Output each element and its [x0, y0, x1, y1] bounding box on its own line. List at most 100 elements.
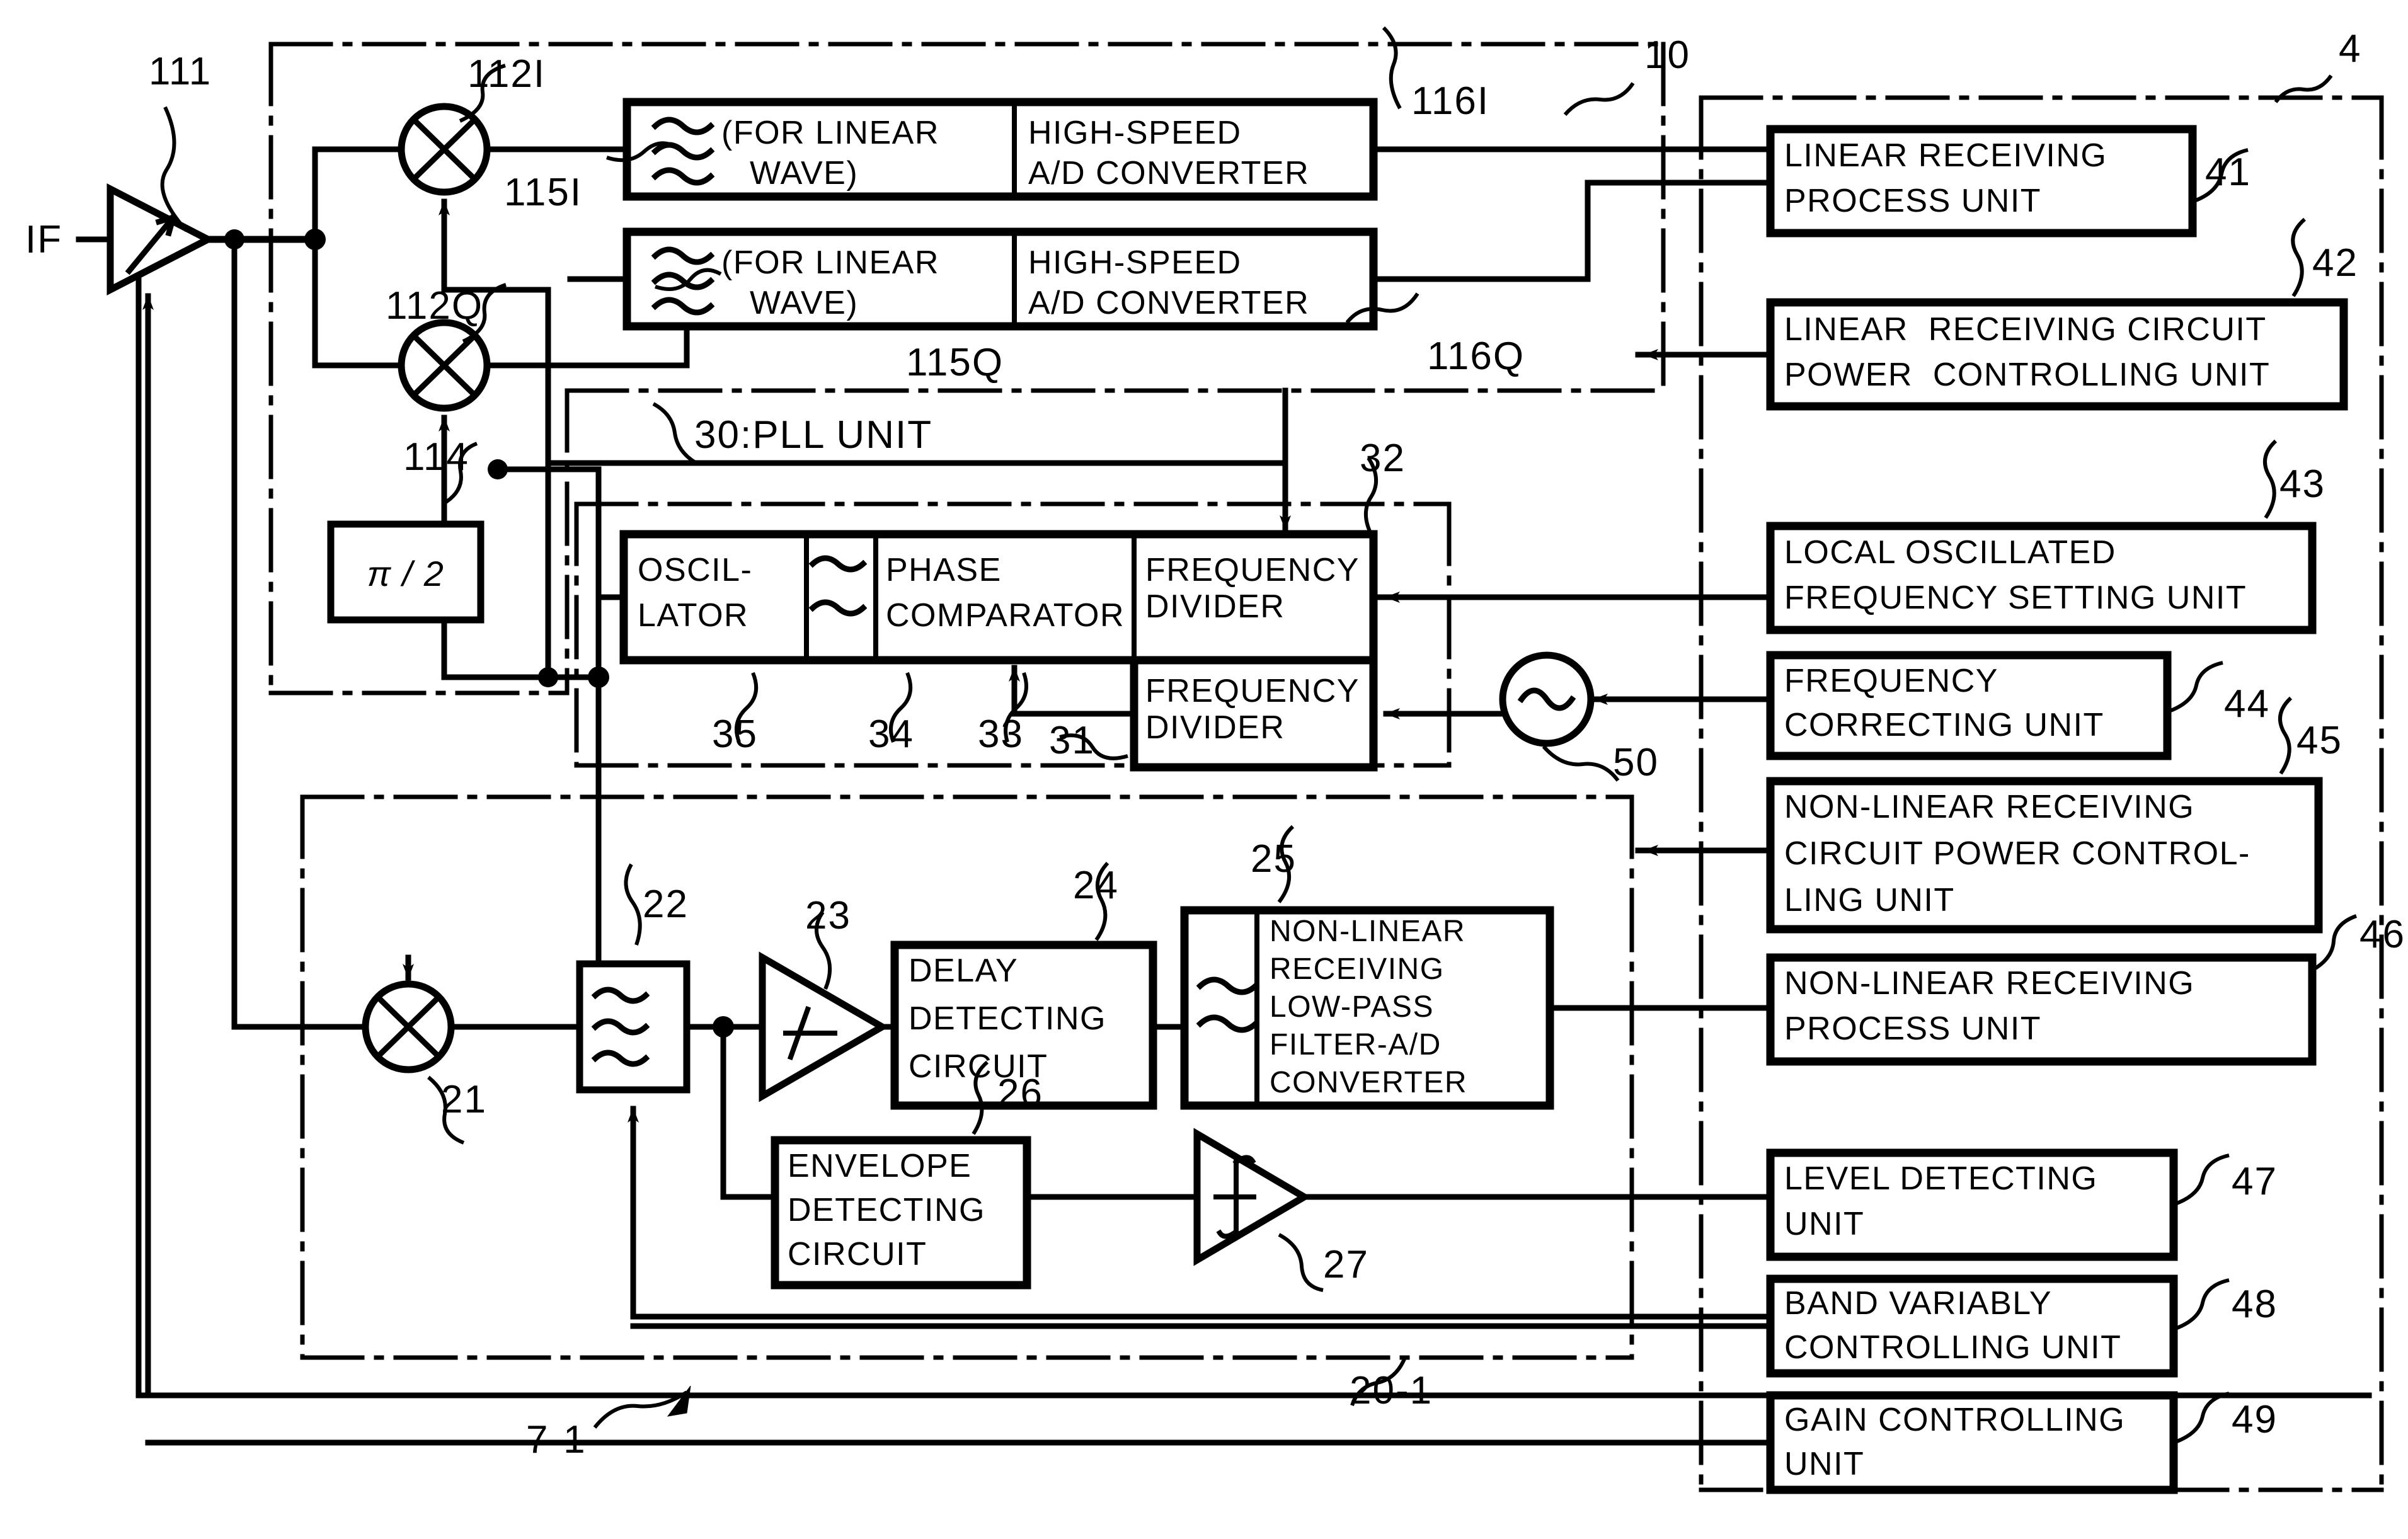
ref-45: 45 [2296, 719, 2342, 762]
ref-43: 43 [2279, 462, 2325, 506]
wire-div31-to-phasecomp [1009, 665, 1137, 717]
unit-41-label-line2: PROCESS UNIT [1784, 183, 2042, 219]
unit-44-label-line2: CORRECTING UNIT [1784, 707, 2104, 743]
phase-comparator-label-line1: PHASE [886, 552, 1002, 588]
phase-comparator-label-line2: COMPARATOR [886, 597, 1125, 634]
unit-42-label-line1: LINEAR RECEIVING CIRCUIT [1784, 311, 2267, 348]
ref-115I: 115I [504, 171, 583, 214]
ref-27: 27 [1323, 1243, 1369, 1286]
input-label-if: IF [25, 218, 63, 261]
unit-47-label-line1: LEVEL DETECTING [1784, 1160, 2098, 1197]
leader-27 [1278, 1233, 1324, 1292]
unit-46-label-line1: NON-LINEAR RECEIVING [1784, 965, 2195, 1002]
linear-q-adc-label-line2: A/D CONVERTER [1028, 285, 1310, 321]
unit-45-label-line1: NON-LINEAR RECEIVING [1784, 789, 2195, 825]
ref-111: 111 [149, 50, 212, 93]
ref-10: 10 [1644, 33, 1690, 77]
ref-30-pll-unit: 30:PLL UNIT [694, 413, 933, 457]
leader-111 [160, 106, 188, 232]
leader-50 [1542, 745, 1620, 782]
wire-to-nonlinear-mixer [231, 236, 369, 1030]
leader-48 [2172, 1278, 2230, 1331]
amplifier-23-body [759, 951, 889, 1102]
ref-34: 34 [868, 712, 914, 756]
leader-45 [2278, 696, 2293, 775]
leader-43 [2263, 439, 2278, 519]
ref-31: 31 [1049, 719, 1095, 762]
envelope-detecting-label-line3: CIRCUIT [788, 1236, 927, 1273]
leader-30 [652, 402, 697, 465]
ref-35: 35 [712, 712, 758, 756]
ref-41: 41 [2205, 151, 2251, 194]
ref-33: 33 [978, 712, 1024, 756]
ref-49: 49 [2232, 1398, 2278, 1441]
unit-44-label-line1: FREQUENCY [1784, 663, 1998, 699]
nonlinear-lpf-adc-label-line1: NON-LINEAR [1270, 915, 1466, 948]
nonlinear-lpf-adc-label-line4: FILTER-A/D [1270, 1028, 1442, 1061]
ref-112Q: 112Q [386, 284, 484, 328]
leader-49 [2172, 1392, 2230, 1445]
unit-45-label-line2: CIRCUIT POWER CONTROL- [1784, 835, 2250, 872]
ref-22: 22 [643, 883, 689, 926]
envelope-detecting-label-line2: DETECTING [788, 1192, 985, 1228]
ref-116Q: 116Q [1427, 335, 1525, 378]
linear-i-adc-label-line1: HIGH-SPEED [1028, 115, 1242, 151]
unit-47-label-line2: UNIT [1784, 1206, 1865, 1242]
ref-24: 24 [1073, 864, 1119, 907]
ref-114: 114 [403, 435, 469, 479]
ref-112I: 112I [467, 52, 546, 96]
ref-48: 48 [2232, 1283, 2278, 1326]
ref-32: 32 [1360, 437, 1406, 480]
linear-q-filter-label-line2: WAVE) [750, 285, 859, 321]
wire-adc116Q-to-unit41 [1370, 180, 1774, 282]
unit-45-label-line3: LING UNIT [1784, 882, 1955, 918]
leader-116I [1382, 26, 1402, 110]
ref-116I: 116I [1411, 79, 1490, 123]
delay-detecting-label-line2: DETECTING [909, 1000, 1106, 1037]
unit-46-label-line2: PROCESS UNIT [1784, 1010, 2042, 1047]
leader-42 [2291, 217, 2307, 297]
ref-46: 46 [2359, 913, 2405, 956]
linear-i-adc-label-line2: A/D CONVERTER [1028, 155, 1310, 192]
unit-48-label-line1: BAND VARIABLY [1784, 1285, 2053, 1322]
ref-115Q: 115Q [906, 341, 1004, 384]
ref-47: 47 [2232, 1160, 2278, 1203]
ref-42: 42 [2312, 241, 2358, 285]
linear-i-filter-label-line1: (FOR LINEAR [721, 115, 939, 151]
ref-4: 4 [2339, 27, 2362, 71]
oscillator-label-line2: LATOR [638, 597, 749, 634]
leader-44 [2166, 661, 2223, 714]
leader-10 [1563, 82, 1635, 116]
unit-43-label-line1: LOCAL OSCILLATED [1784, 534, 2116, 571]
delay-detecting-label-line3: CIRCUIT [909, 1048, 1048, 1085]
leader-22 [624, 863, 642, 946]
nonlinear-lpf-adc-label-line3: LOW-PASS [1270, 990, 1434, 1024]
ref-20-1: 20-1 [1350, 1369, 1433, 1412]
phase-shifter-label: π / 2 [367, 554, 445, 593]
linear-i-filter-label-line2: WAVE) [750, 155, 859, 192]
unit-48-label-line2: CONTROLLING UNIT [1784, 1329, 2122, 1366]
ref-25: 25 [1251, 837, 1297, 881]
linear-q-adc-label-line1: HIGH-SPEED [1028, 244, 1242, 281]
delay-detecting-label-line1: DELAY [909, 953, 1019, 989]
patent-figure-canvas: IF 111 112I 112Q 114 115I 115Q 116I 116Q… [0, 0, 2408, 1539]
frequency-divider-31-label: FREQUENCY DIVIDER [1145, 673, 1360, 747]
unit-49-label-line1: GAIN CONTROLLING [1784, 1402, 2126, 1438]
ref-44: 44 [2224, 682, 2270, 726]
ref-23: 23 [805, 894, 851, 937]
nonlinear-lpf-adc-label-line5: CONVERTER [1270, 1066, 1467, 1099]
unit-42-label-line2: POWER CONTROLLING UNIT [1784, 357, 2271, 393]
ref-21: 21 [441, 1078, 487, 1121]
unit-43-label-line2: FREQUENCY SETTING UNIT [1784, 580, 2247, 616]
frequency-divider-32-label: FREQUENCY DIVIDER [1145, 552, 1360, 626]
unit-49-label-line2: UNIT [1784, 1446, 1865, 1482]
unit-41-label-line1: LINEAR RECEIVING [1784, 137, 2107, 174]
leader-47 [2172, 1153, 2230, 1206]
oscillator-label-line1: OSCIL- [638, 552, 753, 588]
envelope-detecting-label-line1: ENVELOPE [788, 1148, 972, 1184]
linear-q-filter-label-line1: (FOR LINEAR [721, 244, 939, 281]
nonlinear-lpf-adc-label-line2: RECEIVING [1270, 953, 1445, 986]
ref-50: 50 [1613, 741, 1659, 784]
amplifier-111-body [106, 183, 215, 296]
ref-7-1: 7-1 [526, 1418, 587, 1462]
